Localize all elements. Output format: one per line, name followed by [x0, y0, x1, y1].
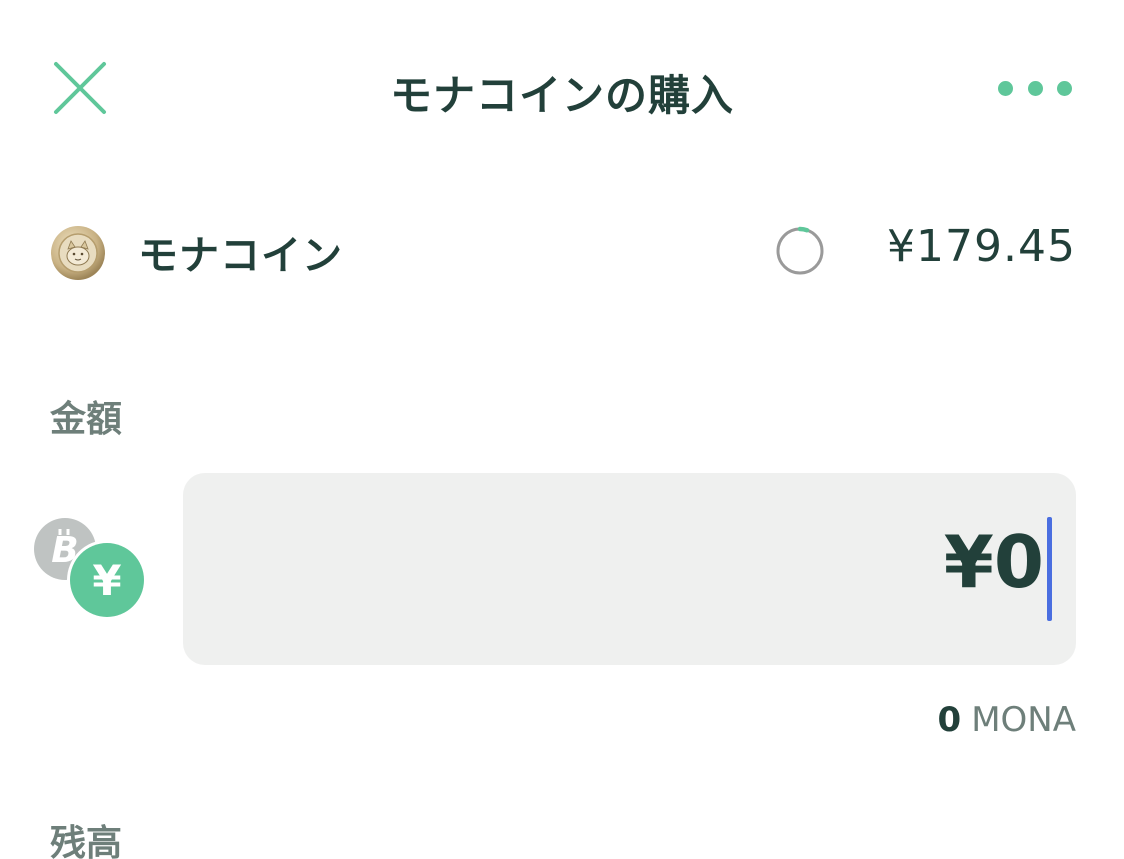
currency-toggle-button[interactable]: B ¥: [32, 515, 152, 625]
converted-value: 0: [937, 700, 962, 740]
more-dot: [1027, 80, 1043, 96]
more-horizontal-icon: [998, 80, 1013, 96]
text-caret: [1047, 517, 1052, 621]
coin-row: モナコイン ¥179.45: [50, 215, 1080, 285]
converted-unit: MONA: [971, 700, 1076, 740]
more-dot: [1057, 80, 1072, 96]
currency-toggle-graphic: B ¥: [34, 518, 147, 620]
refresh-timer-icon[interactable]: [774, 225, 826, 277]
yen-icon: ¥: [67, 540, 147, 620]
amount-input[interactable]: ¥0: [183, 473, 1076, 665]
more-options-button[interactable]: [998, 74, 1072, 102]
svg-text:¥: ¥: [92, 556, 121, 605]
coin-name: モナコイン: [138, 233, 343, 279]
amount-label: 金額: [50, 399, 123, 440]
monacoin-logo-icon: [51, 226, 105, 280]
balance-label: 残高: [50, 823, 123, 859]
coin-price: ¥179.45: [887, 221, 1076, 272]
purchase-screen: モナコインの購入 モナコイン ¥179.45 金額 B ¥ ¥0 0 MONA …: [0, 0, 1124, 859]
amount-value: ¥0: [943, 520, 1044, 604]
page-title: モナコインの購入: [389, 71, 734, 120]
converted-amount: 0 MONA: [938, 700, 1076, 740]
